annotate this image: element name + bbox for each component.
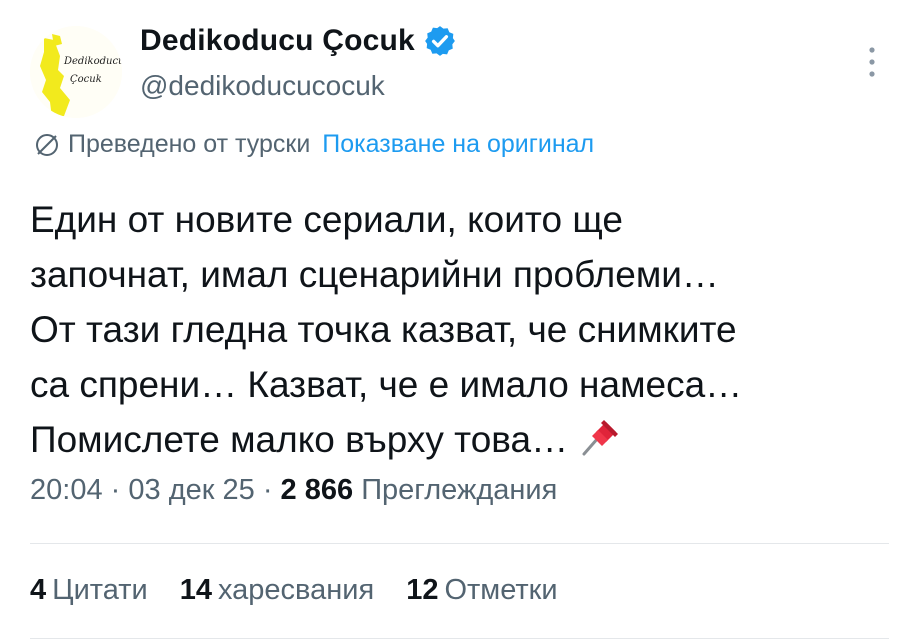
meta-separator: · [262, 474, 273, 506]
views-label: Преглеждания [361, 474, 558, 506]
avatar[interactable]: Dedikoducu Çocuk [30, 26, 122, 118]
author-name-row[interactable]: Dedikoducu Çocuk [140, 24, 457, 58]
show-original-link[interactable]: Показване на оригинал [322, 130, 594, 159]
svg-text:Dedikoducu: Dedikoducu [63, 56, 122, 67]
globe-strikethrough-icon [36, 133, 58, 156]
display-name[interactable]: Dedikoducu Çocuk [140, 24, 415, 58]
tweet-text: Един от новите сериали, които ще започна… [30, 192, 890, 467]
bookmarks-label: Отметки [444, 574, 558, 606]
svg-text:Çocuk: Çocuk [70, 74, 102, 85]
views-count: 2 866 [280, 474, 354, 506]
engagement-stats: 4 Цитати 14 харесвания 12 Отметки [30, 574, 590, 607]
likes-count: 14 [179, 574, 212, 606]
tweet-time[interactable]: 20:04 [30, 474, 103, 506]
divider [30, 543, 889, 544]
quotes-stat[interactable]: 4 Цитати [30, 574, 148, 607]
author-handle[interactable]: @dedikoducucocuk [140, 70, 385, 102]
more-options-icon[interactable] [862, 44, 882, 80]
tweet-line-text: Помислете малко върху това… [30, 419, 569, 460]
verified-badge-icon [425, 26, 455, 56]
translation-row: Преведено от турски Показване на оригина… [34, 130, 594, 159]
likes-label: харесвания [218, 574, 375, 606]
tweet-meta: 20:04 · 03 дек 25 · 2 866 Преглеждания [30, 474, 557, 507]
bookmarks-count: 12 [406, 574, 439, 606]
meta-separator: · [110, 474, 121, 506]
translated-from-label: Преведено от турски [68, 130, 311, 158]
tweet-line: започнат, имал сценарийни проблеми… [30, 254, 719, 295]
tweet-line: са спрени… Казват, че е имало намеса… [30, 364, 743, 405]
quotes-count: 4 [30, 574, 47, 606]
avatar-image: Dedikoducu Çocuk [30, 26, 122, 118]
tweet-line: От тази гледна точка казват, че снимките [30, 309, 737, 350]
pushpin-icon [582, 420, 619, 456]
tweet-line: Един от новите сериали, които ще [30, 199, 623, 240]
divider [30, 638, 889, 639]
bookmarks-stat[interactable]: 12 Отметки [406, 574, 557, 607]
tweet-line-last: Помислете малко върху това… [30, 412, 890, 467]
tweet-date[interactable]: 03 дек 25 [128, 474, 254, 506]
likes-stat[interactable]: 14 харесвания [180, 574, 374, 607]
quotes-label: Цитати [52, 574, 148, 606]
